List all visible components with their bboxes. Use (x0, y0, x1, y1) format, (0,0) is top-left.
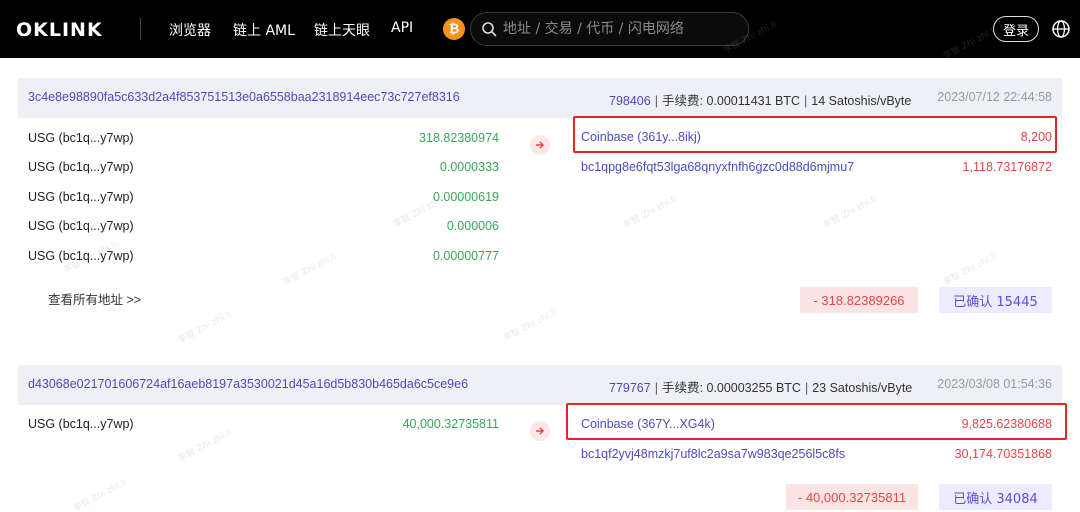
watermark-text: 李智 Zhi zhi.li (176, 309, 234, 347)
oklink-logo[interactable]: OKLINK (16, 19, 108, 39)
watermark-text: 李智 Zhi zhi.li (281, 251, 339, 289)
search-bar[interactable] (470, 12, 749, 46)
tx-hash-link[interactable]: d43068e021701606724af16aeb8197a3530021d4… (28, 377, 468, 391)
watermark-text: 李智 Zhi zhi.li (941, 251, 999, 289)
input-amount: 318.82380974 (419, 131, 499, 145)
input-amount: 0.000006 (446, 219, 499, 233)
tx-timestamp: 2023/07/12 22:44:58 (937, 90, 1052, 104)
input-amount: 0.00000619 (432, 190, 499, 204)
globe-icon[interactable] (1051, 19, 1071, 39)
input-address[interactable]: USG (bc1q...y7wp) (28, 190, 134, 204)
top-navbar: OKLINK 浏览器 链上 AML 链上天眼 API ₿ 登录 (0, 0, 1080, 58)
fee-label: 手续费: (661, 381, 703, 395)
confirmations-badge: 已确认 34084 (939, 484, 1052, 510)
watermark-text: 李智 Zhi zhi.li (176, 427, 234, 465)
net-change-badge: - 318.82389266 (800, 287, 918, 313)
input-amount: 40,000.32735811 (402, 417, 499, 431)
view-all-addresses-link[interactable]: 查看所有地址 >> (48, 289, 141, 308)
search-input[interactable] (503, 17, 743, 41)
nav-link-explorer[interactable]: 浏览器 (169, 20, 211, 40)
input-amount: 0.00000777 (432, 249, 499, 263)
input-amount: 0.0000333 (439, 160, 499, 174)
bitcoin-chain-icon[interactable]: ₿ (443, 18, 465, 40)
input-address[interactable]: USG (bc1q...y7wp) (28, 249, 134, 263)
fee-label: 手续费: (661, 94, 703, 108)
nav-link-aml[interactable]: 链上 AML (233, 20, 295, 40)
output-amount: 30,174.70351868 (954, 447, 1052, 461)
arrow-right-icon (530, 421, 550, 441)
tx-meta: 779767 | 手续费: 0.00003255 BTC | 23 Satoshis/v… (609, 381, 913, 395)
input-address[interactable]: USG (bc1q...y7wp) (28, 131, 134, 145)
fee-rate: 14 Satoshis/vByte (811, 94, 912, 108)
fee-value: 0.00011431 BTC (706, 94, 801, 108)
tx-hash-link[interactable]: 3c4e8e98890fa5c633d2a4f853751513e0a6558b… (28, 90, 460, 104)
search-icon (482, 22, 497, 37)
output-address-link[interactable]: Coinbase (367Y...XG4k) (581, 417, 715, 431)
arrow-right-icon (530, 135, 550, 155)
output-address-link[interactable]: bc1qf2yvj48mzkj7uf8lc2a9sa7w983qe256l5c8… (581, 447, 845, 461)
watermark-text: 李智 Zhi zhi.li (621, 194, 679, 232)
nav-link-api[interactable]: API (391, 20, 413, 36)
output-amount: 1,118.73176872 (962, 160, 1052, 174)
net-change-badge: - 40,000.32735811 (786, 484, 918, 510)
watermark-text: 李智 Zhi zhi.li (71, 477, 129, 512)
block-height-link[interactable]: 779767 (609, 381, 651, 395)
block-height-link[interactable]: 798406 (609, 94, 651, 108)
input-address[interactable]: USG (bc1q...y7wp) (28, 160, 134, 174)
output-address-link[interactable]: Coinbase (361y...8ikj) (581, 130, 701, 144)
nav-link-skyeye[interactable]: 链上天眼 (314, 20, 370, 40)
login-button[interactable]: 登录 (993, 16, 1039, 42)
tx-meta: 798406 | 手续费: 0.00011431 BTC | 14 Satoshis/v… (609, 94, 912, 108)
tx-header: d43068e021701606724af16aeb8197a3530021d4… (18, 365, 1062, 405)
tx-header: 3c4e8e98890fa5c633d2a4f853751513e0a6558b… (18, 78, 1062, 118)
watermark-text: 李智 Zhi zhi.li (501, 307, 559, 345)
output-amount: 8,200 (1020, 130, 1052, 144)
nav-divider (140, 18, 141, 40)
fee-rate: 23 Satoshis/vByte (812, 381, 913, 395)
tx-timestamp: 2023/03/08 01:54:36 (937, 377, 1052, 391)
output-amount: 9,825.62380688 (961, 417, 1052, 431)
input-address[interactable]: USG (bc1q...y7wp) (28, 417, 134, 431)
input-address[interactable]: USG (bc1q...y7wp) (28, 219, 134, 233)
confirmations-badge: 已确认 15445 (939, 287, 1052, 313)
output-address-link[interactable]: bc1qpg8e6fqt53lga68qnyxfnfh6gzc0d88d6mjm… (581, 160, 854, 174)
watermark-text: 李智 Zhi zhi.li (821, 194, 879, 232)
svg-text:OKLINK: OKLINK (16, 19, 103, 39)
fee-value: 0.00003255 BTC (706, 381, 801, 395)
